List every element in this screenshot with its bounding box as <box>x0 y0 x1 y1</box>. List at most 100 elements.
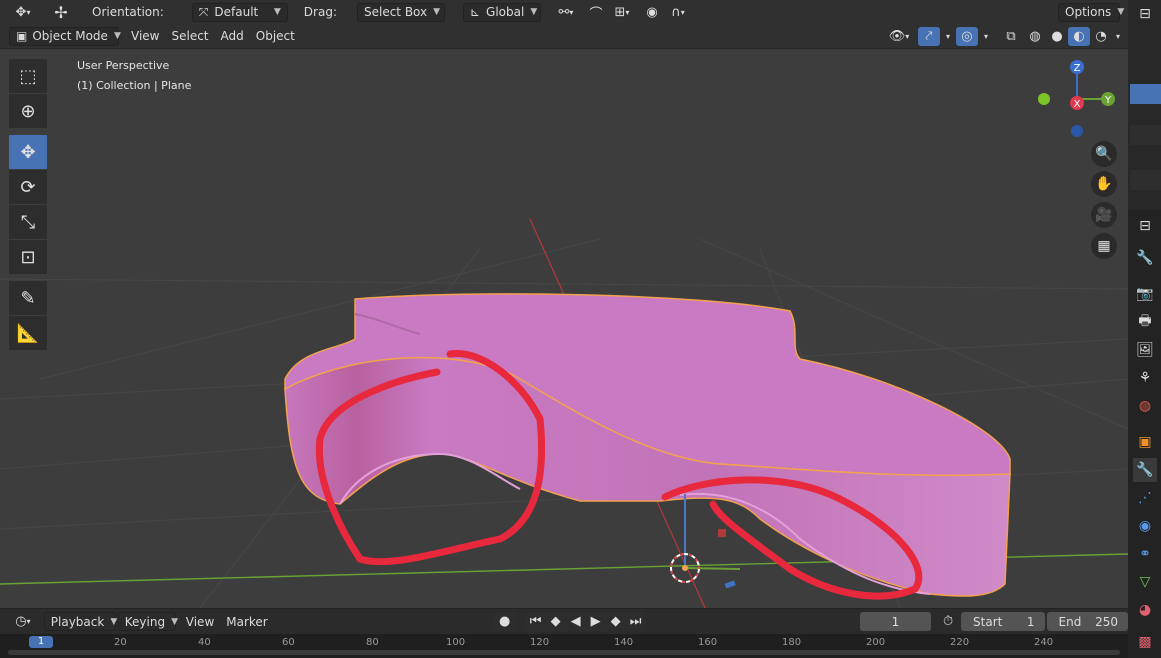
local-y-handle <box>724 580 736 589</box>
scale-tool[interactable]: ⤡ <box>9 205 47 239</box>
render-tab-icon[interactable]: 📷 <box>1133 282 1157 306</box>
tool-settings-header: ✥ ▾ ✢ Orientation: ⤧ Default ▼ Drag: Sele… <box>0 0 1128 24</box>
data-tab-icon[interactable]: ▽ <box>1133 570 1157 594</box>
modifier-tab-icon[interactable]: 🔧 <box>1133 458 1157 482</box>
tool-tab-icon[interactable]: 🔧 <box>1133 246 1157 270</box>
rendered-shading-icon[interactable]: ◔ <box>1090 27 1112 46</box>
view-name: User Perspective <box>77 59 170 72</box>
proportional-edit-icon[interactable]: ◉ <box>641 3 663 22</box>
chevron-down-icon: ▼ <box>530 7 538 17</box>
timeline-scrollbar[interactable] <box>8 650 1120 655</box>
playhead[interactable]: 1 <box>29 636 53 648</box>
jump-end-icon[interactable]: ⏭ <box>626 612 646 631</box>
hand-icon: ✋ <box>1095 176 1113 192</box>
gizmo-toggle-icon[interactable]: ⤤ <box>917 26 940 46</box>
editor-type-icon[interactable]: ◷ ▾ <box>8 612 38 631</box>
rotate-icon: ⟳ <box>20 176 36 198</box>
record-icon[interactable]: ● <box>493 612 516 631</box>
pencil-icon: ✎ <box>20 287 36 309</box>
menu-view[interactable]: View <box>125 27 165 46</box>
local-y-axis <box>684 567 741 570</box>
chevron-down-icon[interactable]: ▾ <box>1116 32 1120 41</box>
xray-toggle-icon[interactable]: ⧉ <box>1000 27 1022 46</box>
zoom-button[interactable]: 🔍 <box>1091 141 1117 167</box>
current-frame-field[interactable]: 1 <box>859 612 932 631</box>
chevron-down-icon[interactable]: ▾ <box>984 32 988 41</box>
scene-canvas[interactable]: Z Y X <box>0 49 1128 608</box>
visibility-icon[interactable]: 👁 ▾ <box>884 27 914 46</box>
measure-tool[interactable]: 📐 <box>9 316 47 350</box>
overlay-toggle-icon[interactable]: ◎ <box>955 26 978 46</box>
world-tab-icon[interactable]: ◍ <box>1133 394 1157 418</box>
pan-button[interactable]: ✋ <box>1091 171 1117 197</box>
transform-tool[interactable]: ⊡ <box>9 240 47 274</box>
falloff-curve-icon[interactable]: ∩ ▾ <box>663 3 693 22</box>
output-tab-icon[interactable]: 🖶 <box>1133 310 1157 334</box>
snap-increment-icon[interactable]: ⊞ ▾ <box>607 3 637 22</box>
tool-settings-icon[interactable]: ✥ ▾ <box>8 3 38 22</box>
jump-start-icon[interactable]: ⏮ <box>526 612 546 631</box>
constraints-tab-icon[interactable]: ⚭ <box>1133 542 1157 566</box>
start-frame-field[interactable]: Start 1 <box>961 612 1045 631</box>
properties-editor-icon[interactable]: ⊟ <box>1133 214 1157 238</box>
scene-tab-icon[interactable]: ⚘ <box>1133 366 1157 390</box>
next-keyframe-icon[interactable]: ◆ <box>606 612 626 631</box>
camera-view-button[interactable]: 🎥 <box>1091 202 1117 228</box>
view-layer-tab-icon[interactable]: 🖼 <box>1133 338 1157 362</box>
play-icon[interactable]: ▶ <box>586 612 606 631</box>
object-tab-icon[interactable]: ▣ <box>1133 430 1157 454</box>
physics-tab-icon[interactable]: ◉ <box>1133 514 1157 538</box>
ruler-tick: 220 <box>950 637 970 648</box>
drag-dropdown[interactable]: Select Box ▼ <box>356 2 445 22</box>
ruler-tick: 40 <box>198 637 211 648</box>
current-frame-value: 1 <box>891 614 900 629</box>
marker-menu[interactable]: Marker <box>220 612 273 631</box>
options-label: Options <box>1065 5 1112 19</box>
mode-value: Object Mode <box>32 29 108 43</box>
annotate-tool[interactable]: ✎ <box>9 281 47 315</box>
outliner-selected-row[interactable] <box>1130 84 1161 104</box>
select-box-tool[interactable]: ⬚ <box>9 59 47 93</box>
play-reverse-icon[interactable]: ◀ <box>566 612 586 631</box>
frame-ruler[interactable]: 1 20 40 60 80 100 120 140 160 180 200 22… <box>0 634 1128 658</box>
ruler-icon: 📐 <box>16 322 40 344</box>
chevron-down-icon[interactable]: ▾ <box>946 32 950 41</box>
3d-viewport[interactable]: Z Y X ⬚ ⊕ ✥ ⟳ ⤡ ⊡ ✎ 📐 User Perspective (… <box>0 49 1128 608</box>
end-frame-field[interactable]: End 250 <box>1046 612 1128 631</box>
timeline-view-menu[interactable]: View <box>180 612 220 631</box>
menu-select[interactable]: Select <box>165 27 214 46</box>
keying-menu[interactable]: Keying ▼ <box>117 612 178 631</box>
menu-add[interactable]: Add <box>215 27 250 46</box>
outliner-row[interactable] <box>1130 125 1161 145</box>
material-shading-icon[interactable]: ◐ <box>1067 26 1090 46</box>
prev-keyframe-icon[interactable]: ◆ <box>546 612 566 631</box>
object-mode-icon: ▣ <box>16 29 28 43</box>
material-tab-icon[interactable]: ◕ <box>1133 598 1157 622</box>
cursor-tool[interactable]: ⊕ <box>9 94 47 128</box>
drag-value: Select Box <box>363 5 428 19</box>
outliner-editor-icon[interactable]: ⊟ <box>1133 2 1157 26</box>
move-gizmo-icon[interactable]: ✢ <box>50 3 72 22</box>
outliner-row[interactable] <box>1130 170 1161 190</box>
end-value: 250 <box>1095 614 1118 629</box>
particles-tab-icon[interactable]: ⋰ <box>1133 486 1157 510</box>
mode-dropdown[interactable]: ▣ Object Mode ▼ <box>9 26 121 46</box>
stopwatch-icon[interactable]: ⏱ <box>937 612 959 631</box>
wireframe-shading-icon[interactable]: ◍ <box>1024 27 1046 46</box>
solid-shading-icon[interactable]: ● <box>1046 27 1068 46</box>
playback-menu[interactable]: Playback ▼ <box>43 612 117 631</box>
snap-icon[interactable]: ⌒ <box>585 3 607 22</box>
options-dropdown[interactable]: Options ▼ <box>1058 2 1124 22</box>
pivot-point-icon[interactable]: ⚯ ▾ <box>551 3 581 22</box>
texture-tab-icon[interactable]: ▩ <box>1133 630 1157 654</box>
move-tool[interactable]: ✥ <box>9 135 47 169</box>
ruler-tick: 120 <box>530 637 550 648</box>
ortho-toggle-button[interactable]: ▦ <box>1091 233 1117 259</box>
orientation-dropdown[interactable]: ⤧ Default ▼ <box>191 2 288 22</box>
start-value: 1 <box>1026 614 1035 629</box>
menu-object[interactable]: Object <box>250 27 301 46</box>
transform-orientation-dropdown[interactable]: ⊾ Global ▼ <box>462 2 541 22</box>
selection-info: (1) Collection | Plane <box>77 79 192 92</box>
tool-shelf: ⬚ ⊕ ✥ ⟳ ⤡ ⊡ ✎ 📐 <box>9 59 49 351</box>
rotate-tool[interactable]: ⟳ <box>9 170 47 204</box>
